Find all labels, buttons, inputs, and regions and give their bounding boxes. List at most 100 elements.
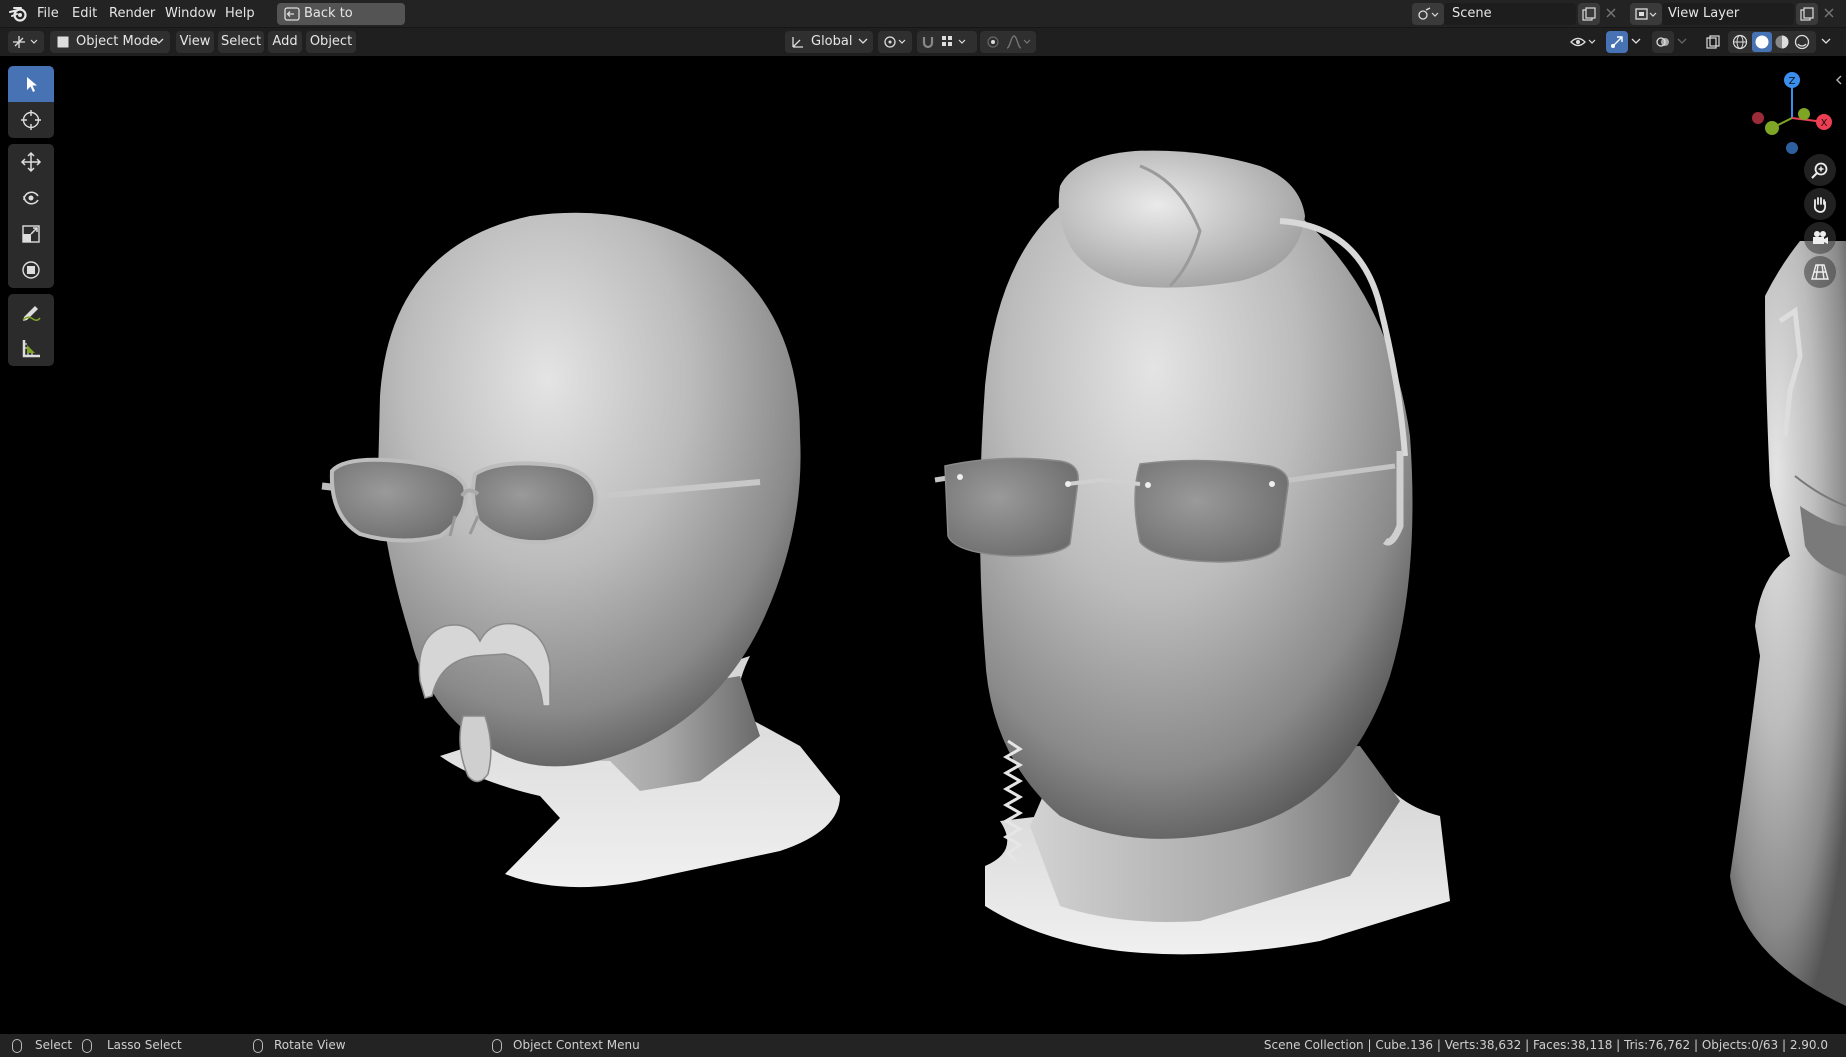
pan-button[interactable] — [1804, 188, 1836, 220]
3d-viewport-icon — [12, 35, 40, 49]
gizmo-x-label: X — [1821, 118, 1828, 129]
grid-perspective-icon — [1811, 263, 1829, 281]
back-to-previous-button[interactable]: Back to Previous — [277, 3, 405, 43]
3d-cursor-icon — [20, 109, 42, 131]
scene-name: Scene — [1452, 6, 1492, 21]
orientation-label: Global — [811, 34, 853, 49]
cursor-tool[interactable] — [8, 102, 54, 138]
solid-shading-icon[interactable] — [1752, 32, 1772, 52]
back-icon — [284, 7, 300, 21]
overlays-icon — [1656, 35, 1670, 49]
pivot-point-dropdown[interactable] — [878, 31, 912, 53]
rendered-shading-icon[interactable] — [1794, 34, 1810, 50]
overlays-dropdown[interactable] — [1674, 31, 1690, 53]
chevron-down-icon — [1677, 36, 1687, 46]
gizmo-z-neg — [1786, 142, 1798, 154]
view-layer-type-dropdown[interactable] — [1630, 3, 1662, 25]
viewport-render — [321, 150, 1846, 1006]
mouse-middle-icon — [253, 1039, 263, 1053]
menu-render[interactable]: Render — [109, 0, 155, 28]
status-select-hint: Select — [35, 1038, 73, 1052]
show-gizmo-toggle[interactable] — [1606, 31, 1628, 53]
material-shading-icon[interactable] — [1774, 34, 1790, 50]
gizmo-icon — [1610, 35, 1624, 49]
view-menu[interactable]: View — [176, 31, 214, 53]
delete-scene-icon[interactable] — [1604, 6, 1618, 20]
view-layer-field[interactable]: View Layer — [1662, 3, 1794, 25]
sidebar-toggle-arrow[interactable] — [1834, 74, 1844, 86]
new-scene-button[interactable] — [1578, 3, 1600, 25]
zoom-icon — [1811, 161, 1829, 179]
navigation-gizmo[interactable]: Z X — [1742, 66, 1842, 166]
shading-mode-group — [1728, 31, 1816, 53]
proportional-edit-group — [980, 31, 1036, 53]
move-tool[interactable] — [8, 144, 54, 180]
xray-toggle[interactable] — [1702, 31, 1724, 53]
shading-dropdown[interactable] — [1818, 31, 1834, 53]
status-context-hint: Object Context Menu — [513, 1038, 640, 1052]
snap-increment-icon[interactable] — [941, 35, 971, 49]
tool-group-annotate — [8, 294, 54, 366]
head-model-1[interactable] — [321, 212, 840, 888]
rotate-icon — [20, 187, 42, 209]
mouse-right-icon — [492, 1039, 502, 1053]
scale-icon — [20, 223, 42, 245]
magnet-icon[interactable] — [921, 35, 935, 49]
scene-name-field[interactable]: Scene — [1444, 3, 1576, 25]
editor-type-dropdown[interactable] — [8, 31, 44, 53]
hand-icon — [1811, 195, 1829, 213]
status-bar: Select Lasso Select Rotate View Object C… — [0, 1034, 1846, 1057]
gizmo-z-label: Z — [1789, 76, 1796, 87]
transform-orientation-dropdown[interactable]: Global — [785, 31, 873, 53]
object-menu[interactable]: Object — [306, 31, 356, 53]
status-rotate-hint: Rotate View — [274, 1038, 346, 1052]
mouse-drag-icon — [82, 1039, 92, 1053]
perspective-toggle-button[interactable] — [1804, 256, 1836, 288]
head-model-3-partial[interactable] — [1730, 241, 1846, 1006]
falloff-curve-icon[interactable] — [1006, 35, 1032, 49]
select-menu[interactable]: Select — [218, 31, 264, 53]
rotate-tool[interactable] — [8, 180, 54, 216]
ruler-icon — [20, 337, 42, 359]
orientation-icon — [791, 35, 805, 49]
annotate-tool[interactable] — [8, 294, 54, 330]
camera-view-button[interactable] — [1804, 222, 1836, 254]
menu-file[interactable]: File — [37, 0, 59, 28]
menu-edit[interactable]: Edit — [72, 0, 97, 28]
menu-help[interactable]: Help — [225, 0, 255, 28]
scene-icon — [1417, 7, 1439, 21]
head-model-2[interactable] — [934, 150, 1450, 955]
mouse-left-icon — [12, 1039, 22, 1053]
chevron-down-icon — [858, 36, 868, 46]
select-box-tool[interactable] — [8, 66, 54, 102]
chevron-down-icon — [1821, 36, 1831, 46]
xray-icon — [1706, 35, 1720, 49]
chevron-down-icon — [154, 36, 164, 46]
overlays-toggle[interactable] — [1652, 31, 1674, 53]
add-menu[interactable]: Add — [268, 31, 302, 53]
pencil-icon — [20, 301, 42, 323]
delete-view-layer-icon[interactable] — [1822, 6, 1836, 20]
pivot-icon — [883, 35, 909, 49]
copy-icon — [1582, 7, 1596, 21]
view-layer-name: View Layer — [1668, 6, 1740, 21]
proportional-edit-icon[interactable] — [986, 35, 1000, 49]
cursor-arrow-icon — [21, 74, 41, 94]
chevron-down-icon — [1631, 36, 1641, 46]
3d-viewport[interactable]: Z X — [0, 56, 1846, 1034]
scene-type-dropdown[interactable] — [1412, 3, 1444, 25]
snap-group — [917, 31, 977, 53]
new-view-layer-button[interactable] — [1796, 3, 1818, 25]
measure-tool[interactable] — [8, 330, 54, 366]
gizmo-dropdown[interactable] — [1628, 31, 1644, 53]
status-lasso-hint: Lasso Select — [107, 1038, 182, 1052]
visibility-dropdown[interactable] — [1566, 31, 1600, 53]
wireframe-shading-icon[interactable] — [1732, 34, 1748, 50]
scale-tool[interactable] — [8, 216, 54, 252]
transform-tool[interactable] — [8, 252, 54, 288]
object-mode-dropdown[interactable]: Object Mode — [50, 31, 170, 53]
menu-window[interactable]: Window — [165, 0, 216, 28]
tool-group-transform — [8, 144, 54, 288]
zoom-button[interactable] — [1804, 154, 1836, 186]
blender-logo-icon[interactable] — [9, 5, 29, 23]
